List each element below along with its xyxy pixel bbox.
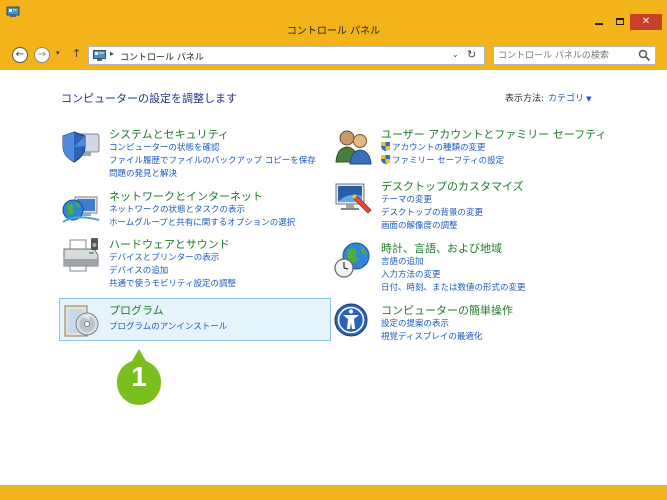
link-troubleshoot[interactable]: 問題の発見と解決 [109,167,177,179]
breadcrumb-separator-icon[interactable]: ▸ [110,49,114,58]
navigation-bar: ← → ▾ ↑ ▸ コントロール パネル ⌄ ↻ [0,40,667,70]
users-icon[interactable] [333,126,373,166]
category-programs[interactable]: プログラム プログラムのアンインストール [61,302,329,340]
programs-icon[interactable] [61,300,101,340]
minimize-button[interactable] [588,14,610,30]
view-by-label: 表示方法: [505,94,545,104]
link-recommendations[interactable]: 設定の提案の表示 [381,317,449,329]
uac-shield-icon [381,142,390,151]
desktop-personalize-icon[interactable] [333,178,373,218]
maximize-icon [616,18,624,25]
view-by-dropdown[interactable]: カテゴリ [548,94,584,104]
link-optimize-display[interactable]: 視覚ディスプレイの最適化 [381,330,482,342]
link-change-input-method[interactable]: 入力方法の変更 [381,268,441,280]
arrow-right-icon: → [37,49,47,60]
ease-of-access-icon[interactable] [333,302,373,342]
link-change-account-type[interactable]: アカウントの種類の変更 [381,141,486,153]
window-title: コントロール パネル [286,26,381,37]
arrow-up-icon: ↑ [72,47,82,60]
arrow-left-icon: ← [15,49,25,60]
link-devices-printers[interactable]: デバイスとプリンターの表示 [109,251,219,263]
category-user-accounts: ユーザー アカウントとファミリー セーフティ アカウントの種類の変更 ファミリー… [333,126,633,168]
refresh-icon[interactable]: ↻ [467,48,476,61]
category-title[interactable]: システムとセキュリティ [109,126,229,142]
uac-shield-icon [381,155,390,164]
category-desktop-customize: デスクトップのカスタマイズ テーマの変更 デスクトップの背景の変更 画面の解像度… [333,178,633,233]
address-bar[interactable]: ▸ コントロール パネル ⌄ ↻ [88,46,485,65]
address-dropdown-icon[interactable]: ⌄ [452,50,459,59]
category-title[interactable]: ハードウェアとサウンド [109,236,230,252]
link-file-history[interactable]: ファイル履歴でファイルのバックアップ コピーを保存 [109,154,316,166]
control-panel-icon [93,50,106,61]
main-content: コンピューターの設定を調整します 表示方法: カテゴリ ▼ システムとセキュリティ … [0,70,667,485]
close-icon: ✕ [641,16,651,27]
recent-locations-dropdown[interactable]: ▾ [56,49,60,57]
clock-globe-icon[interactable] [333,240,373,280]
link-desktop-background[interactable]: デスクトップの背景の変更 [381,206,483,218]
page-title: コンピューターの設定を調整します [61,92,237,105]
link-uninstall-program[interactable]: プログラムのアンインストール [109,320,227,332]
link-screen-resolution[interactable]: 画面の解像度の調整 [381,219,458,231]
category-title[interactable]: ユーザー アカウントとファミリー セーフティ [381,126,606,142]
desktop-background-strip [0,485,667,500]
category-title[interactable]: 時計、言語、および地域 [381,240,502,256]
category-title[interactable]: ネットワークとインターネット [109,188,263,204]
network-globe-icon[interactable] [61,188,101,228]
view-by: 表示方法: カテゴリ ▼ [505,91,591,104]
maximize-button[interactable] [609,14,631,30]
link-homegroup-sharing[interactable]: ホームグループと共有に関するオプションの選択 [109,216,295,228]
title-bar[interactable]: コントロール パネル ✕ [0,0,667,40]
category-ease-of-access: コンピューターの簡単操作 設定の提案の表示 視覚ディスプレイの最適化 [333,302,633,344]
forward-button[interactable]: → [34,47,50,63]
step-number: 1 [131,361,147,392]
close-button[interactable]: ✕ [630,14,662,30]
link-check-status[interactable]: コンピューターの状態を確認 [109,141,220,153]
printer-icon[interactable] [61,236,101,276]
chevron-down-icon: ▾ [56,49,60,57]
category-system-security: システムとセキュリティ コンピューターの状態を確認 ファイル履歴でファイルのバッ… [61,126,331,181]
link-mobility-settings[interactable]: 共通で使うモビリティ設定の調整 [109,277,236,289]
link-family-safety[interactable]: ファミリー セーフティの設定 [381,154,504,166]
caret-down-icon[interactable]: ▼ [586,95,591,103]
category-title[interactable]: デスクトップのカスタマイズ [381,178,524,194]
control-panel-window: コントロール パネル ✕ ← → ▾ ↑ ▸ コントロール パネル ⌄ ↻ コン… [0,0,667,485]
link-label[interactable]: ファミリー セーフティの設定 [392,156,504,166]
category-title[interactable]: コンピューターの簡単操作 [381,302,513,318]
minimize-icon [595,23,603,25]
search-box[interactable] [493,46,656,65]
link-add-language[interactable]: 言語の追加 [381,255,424,267]
category-network-internet: ネットワークとインターネット ネットワークの状態とタスクの表示 ホームグループと… [61,188,331,230]
step-badge: 1 [114,349,164,409]
category-hardware-sound: ハードウェアとサウンド デバイスとプリンターの表示 デバイスの追加 共通で使うモ… [61,236,331,291]
link-add-device[interactable]: デバイスの追加 [109,264,168,276]
link-change-formats[interactable]: 日付、時刻、または数値の形式の変更 [381,281,526,293]
link-change-theme[interactable]: テーマの変更 [381,193,432,205]
link-network-status[interactable]: ネットワークの状態とタスクの表示 [109,203,245,215]
category-title[interactable]: プログラム [109,302,164,318]
up-button[interactable]: ↑ [72,47,81,60]
category-clock-language-region: 時計、言語、および地域 言語の追加 入力方法の変更 日付、時刻、または数値の形式… [333,240,633,295]
control-panel-app-icon[interactable] [6,5,20,19]
breadcrumb-control-panel[interactable]: コントロール パネル [120,50,204,63]
link-label[interactable]: アカウントの種類の変更 [392,143,486,153]
shield-icon[interactable] [61,126,101,166]
search-input[interactable] [498,49,628,62]
search-icon[interactable] [638,49,651,62]
back-button[interactable]: ← [12,47,28,63]
